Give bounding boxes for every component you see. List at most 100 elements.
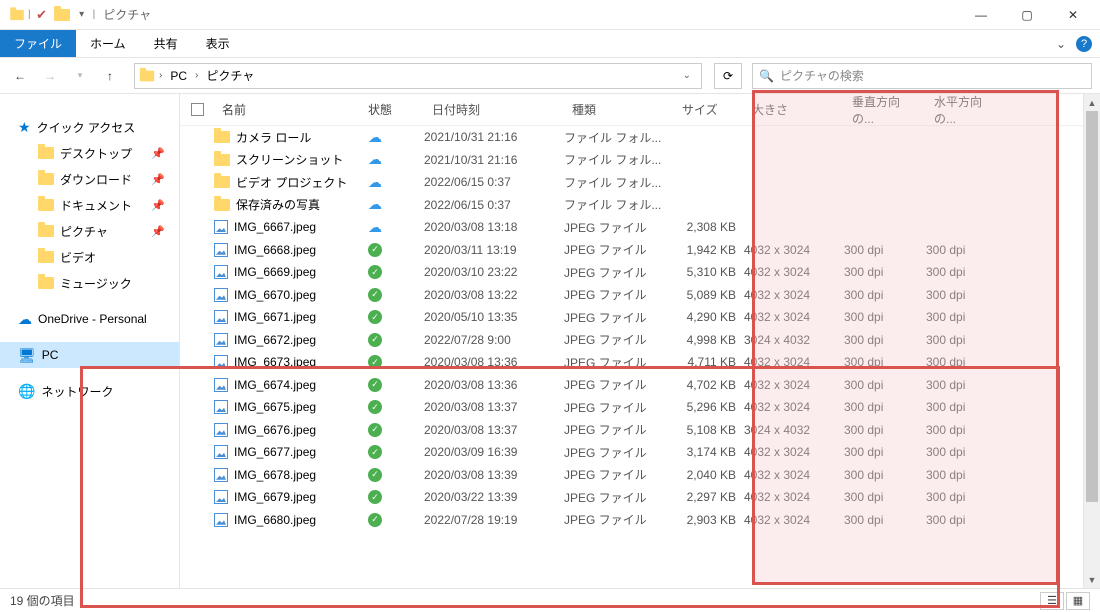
tab-view[interactable]: 表示 (192, 30, 244, 57)
cloud-status-icon: ☁ (368, 219, 382, 236)
file-hdpi: 300 dpi (926, 445, 1006, 459)
file-type: JPEG ファイル (564, 421, 674, 438)
table-row[interactable]: IMG_6675.jpeg✓2020/03/08 13:37JPEG ファイル5… (180, 396, 1083, 419)
synced-status-icon: ✓ (368, 265, 382, 279)
file-date: 2020/03/08 13:37 (424, 400, 564, 414)
table-row[interactable]: IMG_6667.jpeg☁2020/03/08 13:18JPEG ファイル2… (180, 216, 1083, 239)
tab-file[interactable]: ファイル (0, 30, 76, 57)
search-box[interactable]: 🔍 ピクチャの検索 (752, 63, 1092, 89)
qat-divider: | (28, 9, 31, 20)
view-details-button[interactable]: ☰ (1040, 592, 1064, 610)
help-icon[interactable]: ? (1076, 36, 1092, 52)
crumb-pc[interactable]: PC (166, 69, 191, 83)
folder-icon (38, 173, 54, 185)
maximize-button[interactable]: ▢ (1004, 0, 1050, 30)
tab-home[interactable]: ホーム (76, 30, 140, 57)
address-bar[interactable]: › PC › ピクチャ ⌄ (134, 63, 702, 89)
file-size: 1,942 KB (674, 243, 744, 257)
file-dimensions: 4032 x 3024 (744, 243, 844, 257)
file-date: 2020/05/10 13:35 (424, 310, 564, 324)
table-row[interactable]: IMG_6676.jpeg✓2020/03/08 13:37JPEG ファイル5… (180, 419, 1083, 442)
table-row[interactable]: IMG_6671.jpeg✓2020/05/10 13:35JPEG ファイル4… (180, 306, 1083, 329)
file-vdpi: 300 dpi (844, 288, 926, 302)
sidebar-music[interactable]: ミュージック (0, 270, 179, 296)
sidebar-desktop[interactable]: デスクトップ 📌 (0, 140, 179, 166)
col-date[interactable]: 日付時刻 (424, 101, 564, 118)
view-icons-button[interactable]: ▦ (1066, 592, 1090, 610)
file-type: JPEG ファイル (564, 376, 674, 393)
file-name: IMG_6676.jpeg (234, 423, 316, 437)
col-name[interactable]: 名前 (214, 101, 364, 118)
table-row[interactable]: IMG_6668.jpeg✓2020/03/11 13:19JPEG ファイル1… (180, 239, 1083, 262)
sidebar-videos[interactable]: ビデオ (0, 244, 179, 270)
crumb-pictures[interactable]: ピクチャ (202, 67, 258, 84)
scroll-thumb[interactable] (1086, 111, 1098, 502)
file-type: JPEG ファイル (564, 354, 674, 371)
file-name: IMG_6670.jpeg (234, 288, 316, 302)
qat-newfolder-icon[interactable] (53, 6, 71, 24)
sidebar-quick-access-label: クイック アクセス (37, 119, 136, 136)
file-hdpi: 300 dpi (926, 355, 1006, 369)
back-button[interactable]: ← (8, 64, 32, 88)
table-row[interactable]: IMG_6680.jpeg✓2022/07/28 19:19JPEG ファイル2… (180, 509, 1083, 532)
synced-status-icon: ✓ (368, 513, 382, 527)
image-file-icon (214, 400, 228, 414)
vertical-scrollbar[interactable]: ▲ ▼ (1083, 94, 1100, 588)
col-dimensions[interactable]: 大きさ (744, 101, 844, 118)
qat-properties-icon[interactable]: ✔ (33, 6, 51, 24)
folder-icon (38, 251, 54, 263)
folder-icon (214, 176, 230, 188)
col-status[interactable]: 状態 (364, 101, 424, 118)
col-horizontal-dpi[interactable]: 水平方向の... (926, 94, 1006, 127)
sidebar-downloads[interactable]: ダウンロード 📌 (0, 166, 179, 192)
table-row[interactable]: IMG_6678.jpeg✓2020/03/08 13:39JPEG ファイル2… (180, 464, 1083, 487)
col-checkbox[interactable] (180, 103, 214, 116)
file-name: IMG_6675.jpeg (234, 400, 316, 414)
file-type: JPEG ファイル (564, 309, 674, 326)
refresh-button[interactable]: ⟳ (714, 63, 742, 89)
file-vdpi: 300 dpi (844, 423, 926, 437)
file-size: 4,998 KB (674, 333, 744, 347)
table-row[interactable]: スクリーンショット☁2021/10/31 21:16ファイル フォル... (180, 149, 1083, 172)
file-vdpi: 300 dpi (844, 490, 926, 504)
close-button[interactable]: ✕ (1050, 0, 1096, 30)
sidebar-pc[interactable]: 🖥 PC (0, 342, 179, 368)
file-vdpi: 300 dpi (844, 378, 926, 392)
table-row[interactable]: IMG_6677.jpeg✓2020/03/09 16:39JPEG ファイル3… (180, 441, 1083, 464)
scroll-up-icon[interactable]: ▲ (1084, 94, 1100, 111)
col-type[interactable]: 種類 (564, 101, 674, 118)
table-row[interactable]: ビデオ プロジェクト☁2022/06/15 0:37ファイル フォル... (180, 171, 1083, 194)
file-name: IMG_6668.jpeg (234, 243, 316, 257)
col-size[interactable]: サイズ (674, 101, 744, 118)
table-row[interactable]: IMG_6670.jpeg✓2020/03/08 13:22JPEG ファイル5… (180, 284, 1083, 307)
table-row[interactable]: カメラ ロール☁2021/10/31 21:16ファイル フォル... (180, 126, 1083, 149)
up-button[interactable]: ↑ (98, 64, 122, 88)
scroll-down-icon[interactable]: ▼ (1084, 571, 1100, 588)
sidebar-documents[interactable]: ドキュメント 📌 (0, 192, 179, 218)
sidebar-quick-access[interactable]: ★ クイック アクセス (0, 114, 179, 140)
ribbon-expand-icon[interactable]: ⌄ (1056, 37, 1066, 51)
file-dimensions: 4032 x 3024 (744, 513, 844, 527)
table-row[interactable]: IMG_6673.jpeg✓2020/03/08 13:36JPEG ファイル4… (180, 351, 1083, 374)
table-row[interactable]: IMG_6672.jpeg✓2022/07/28 9:00JPEG ファイル4,… (180, 329, 1083, 352)
recent-dropdown[interactable]: ▾ (68, 64, 92, 88)
sidebar-onedrive[interactable]: ☁ OneDrive - Personal (0, 306, 179, 332)
table-row[interactable]: IMG_6679.jpeg✓2020/03/22 13:39JPEG ファイル2… (180, 486, 1083, 509)
sidebar-network[interactable]: 🌐 ネットワーク (0, 378, 179, 404)
file-type: JPEG ファイル (564, 219, 674, 236)
minimize-button[interactable]: — (958, 0, 1004, 30)
file-dimensions: 4032 x 3024 (744, 490, 844, 504)
tab-share[interactable]: 共有 (140, 30, 192, 57)
qat-dropdown-icon[interactable]: ▾ (73, 6, 91, 24)
address-dropdown-icon[interactable]: ⌄ (677, 70, 697, 81)
file-size: 5,310 KB (674, 265, 744, 279)
table-row[interactable]: IMG_6669.jpeg✓2020/03/10 23:22JPEG ファイル5… (180, 261, 1083, 284)
file-date: 2020/03/22 13:39 (424, 490, 564, 504)
file-size: 5,296 KB (674, 400, 744, 414)
table-row[interactable]: IMG_6674.jpeg✓2020/03/08 13:36JPEG ファイル4… (180, 374, 1083, 397)
sidebar-pictures-label: ピクチャ (60, 223, 108, 240)
col-vertical-dpi[interactable]: 垂直方向の... (844, 94, 926, 127)
sidebar-pictures[interactable]: ピクチャ 📌 (0, 218, 179, 244)
forward-button[interactable]: → (38, 64, 62, 88)
table-row[interactable]: 保存済みの写真☁2022/06/15 0:37ファイル フォル... (180, 194, 1083, 217)
